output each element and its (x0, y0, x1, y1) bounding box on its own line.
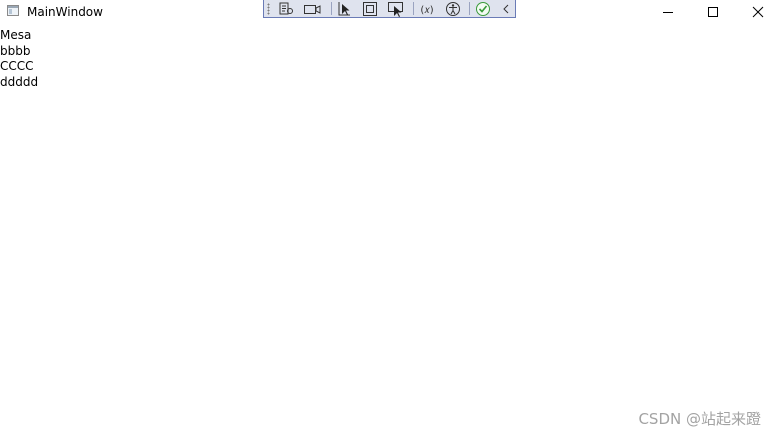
minimize-button[interactable] (645, 0, 691, 24)
collapse-toolbar-button[interactable] (496, 0, 516, 17)
track-focused-element-icon (388, 1, 403, 17)
list-item: CCCC (0, 59, 34, 73)
display-adorners-button[interactable] (360, 0, 380, 17)
live-visual-tree-icon (279, 2, 293, 14)
svg-text:(𝑥): (𝑥) (420, 5, 433, 16)
list-item: bbbb (0, 43, 31, 58)
debug-toolbar: (𝑥) (263, 0, 516, 18)
toolbar-separator (469, 2, 470, 15)
binding-failures-icon: (𝑥) (420, 5, 433, 16)
toolbar-separator (331, 2, 332, 15)
close-icon (752, 6, 764, 18)
display-layout-adorners-icon (363, 1, 377, 16)
app-window-icon (7, 5, 19, 16)
camera-button[interactable] (302, 0, 322, 17)
camera-icon (304, 4, 321, 14)
hot-reload-status-button[interactable] (473, 0, 493, 17)
minimize-icon (663, 12, 673, 13)
hot-reload-ok-icon (476, 1, 490, 16)
accessibility-button[interactable] (443, 0, 463, 17)
maximize-icon (708, 7, 718, 17)
list-item: Mesa (0, 28, 32, 42)
live-visual-tree-button[interactable] (276, 0, 296, 17)
watermark: CSDN @站起来蹬 (638, 410, 761, 428)
toolbar-separator (413, 2, 414, 15)
select-element-button[interactable] (335, 0, 355, 17)
toolbar-grip-handle[interactable] (267, 3, 270, 15)
main-content: Mesa bbbb CCCC ddddd (0, 28, 38, 90)
list-item: ddddd (0, 74, 39, 89)
track-focused-element-button[interactable] (386, 0, 406, 17)
close-button[interactable] (735, 0, 777, 24)
collapse-chevron-icon (503, 4, 509, 13)
binding-failures-button[interactable]: (𝑥) (417, 0, 437, 17)
accessibility-icon (446, 1, 460, 16)
window-title: MainWindow (27, 5, 103, 19)
select-element-icon (338, 1, 350, 15)
maximize-button[interactable] (690, 0, 736, 24)
